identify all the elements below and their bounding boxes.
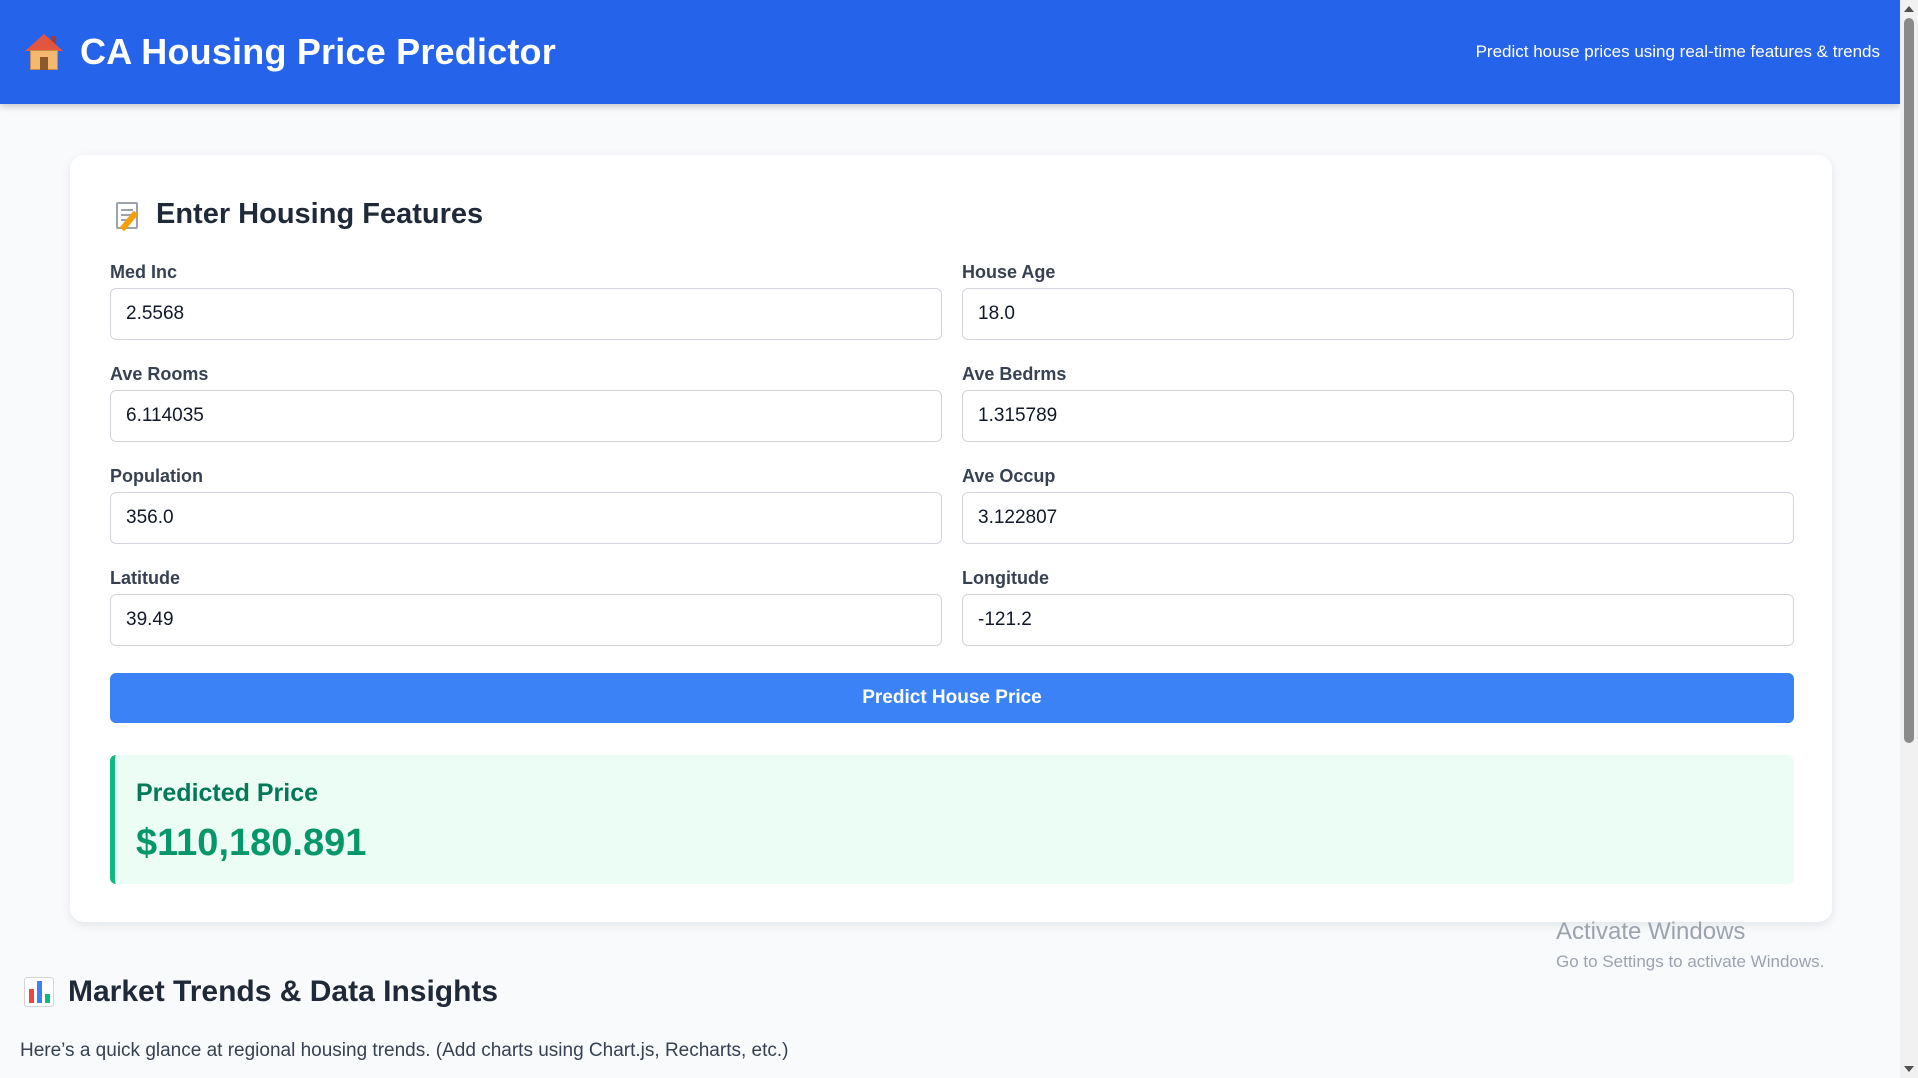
scroll-thumb[interactable]	[1904, 18, 1914, 743]
feature-form-card: Enter Housing Features Med Inc House Age…	[70, 155, 1832, 922]
house-age-label: House Age	[962, 262, 1056, 282]
watermark-subtitle: Go to Settings to activate Windows.	[1556, 952, 1825, 971]
memo-icon	[116, 200, 142, 231]
population-label: Population	[110, 466, 203, 486]
house-age-input[interactable]	[962, 288, 1794, 340]
ave-rooms-label: Ave Rooms	[110, 364, 209, 384]
vertical-scrollbar[interactable]	[1900, 0, 1918, 1078]
longitude-label: Longitude	[962, 568, 1049, 588]
house-icon	[24, 32, 64, 72]
ave-rooms-input[interactable]	[110, 390, 942, 442]
scroll-down-icon[interactable]	[1904, 1066, 1914, 1072]
longitude-input[interactable]	[962, 594, 1794, 646]
population-input[interactable]	[110, 492, 942, 544]
predicted-price: $110,180.891	[136, 822, 367, 864]
ave-bedrms-input[interactable]	[962, 390, 1794, 442]
result-label: Predicted Price	[136, 779, 319, 807]
med-inc-label: Med Inc	[110, 262, 178, 282]
app-tagline: Predict house prices using real-time fea…	[1475, 42, 1880, 61]
market-description: Here’s a quick glance at regional housin…	[20, 1040, 789, 1061]
watermark-title: Activate Windows	[1556, 918, 1746, 945]
page: CA Housing Price Predictor Predict house…	[0, 0, 1900, 1078]
form-heading: Enter Housing Features	[116, 198, 483, 231]
app-header: CA Housing Price Predictor Predict house…	[0, 0, 1900, 104]
prediction-result: Predicted Price $110,180.891	[110, 755, 1794, 884]
market-title: Market Trends & Data Insights	[68, 975, 499, 1008]
med-inc-input[interactable]	[110, 288, 942, 340]
market-heading: Market Trends & Data Insights	[24, 975, 498, 1009]
brand: CA Housing Price Predictor	[24, 31, 556, 73]
bar-chart-icon	[24, 977, 54, 1007]
ave-occup-label: Ave Occup	[962, 466, 1056, 486]
scroll-up-icon[interactable]	[1904, 6, 1914, 12]
form-title: Enter Housing Features	[156, 198, 484, 230]
predict-button[interactable]: Predict House Price	[110, 673, 1794, 723]
app-title: CA Housing Price Predictor	[80, 31, 556, 72]
ave-occup-input[interactable]	[962, 492, 1794, 544]
ave-bedrms-label: Ave Bedrms	[962, 364, 1067, 384]
activation-watermark: Activate Windows Go to Settings to activ…	[1556, 918, 1824, 972]
latitude-label: Latitude	[110, 568, 180, 588]
latitude-input[interactable]	[110, 594, 942, 646]
